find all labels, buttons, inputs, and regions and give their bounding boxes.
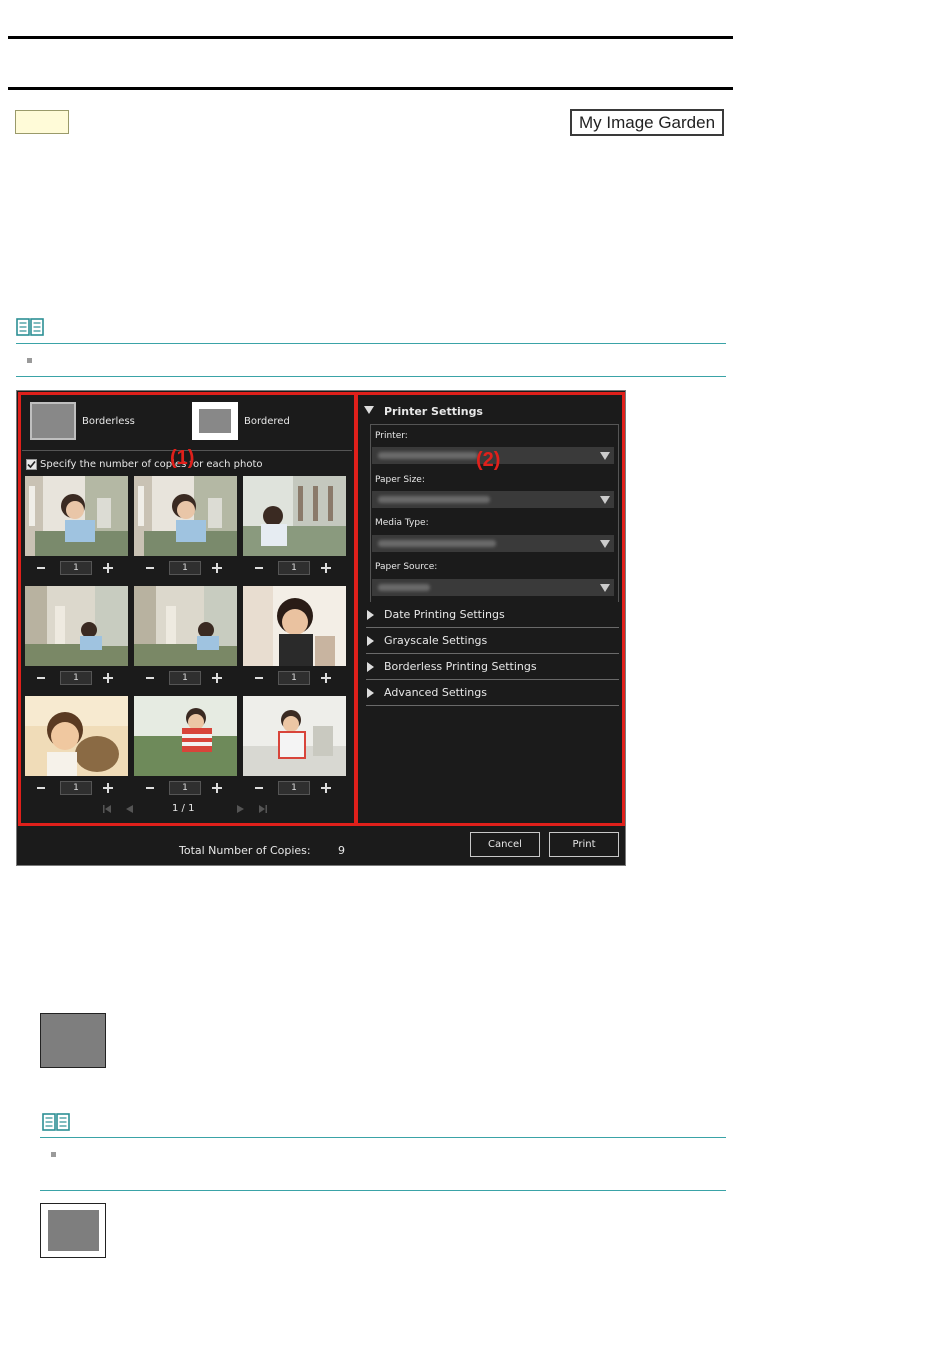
bordered-sample-icon [40,1203,106,1258]
total-copies-label: Total Number of Copies: [179,844,311,857]
borderless-sample-icon [40,1013,106,1068]
note-book-icon [42,1113,70,1131]
cancel-button[interactable]: Cancel [470,832,540,857]
app-badge: My Image Garden [570,109,724,136]
note-top-rule [40,1137,726,1138]
note-book-icon [16,318,44,336]
header-rule [8,87,733,90]
note-bullet [51,1152,56,1157]
note-bullet [27,358,32,363]
note-bottom-rule [40,1190,726,1191]
top-rule [8,36,733,39]
callout-label-1: (1) [170,447,195,469]
callout-label-2: (2) [476,449,501,471]
note-bottom-rule [16,376,726,377]
note-top-rule [16,343,726,344]
highlight-badge [15,110,69,134]
total-copies-value: 9 [338,844,345,857]
print-button[interactable]: Print [549,832,619,857]
